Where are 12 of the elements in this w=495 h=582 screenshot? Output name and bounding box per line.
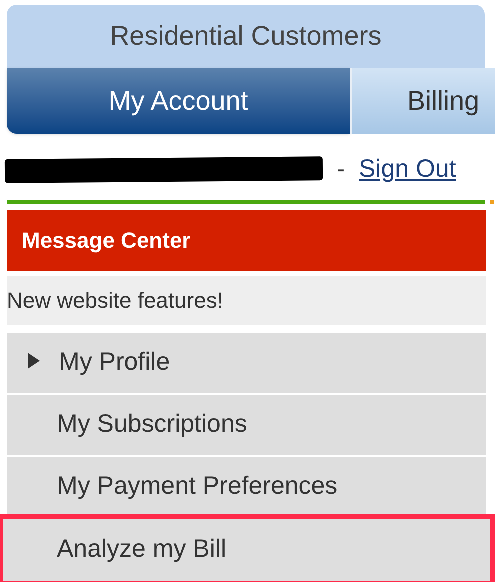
- account-tab[interactable]: My Account: [7, 68, 350, 134]
- menu-item[interactable]: My Profile: [7, 333, 486, 393]
- menu-item[interactable]: Analyze my Bill: [3, 519, 490, 581]
- menu-item[interactable]: My Payment Preferences: [7, 457, 486, 517]
- message-link[interactable]: New website features!: [7, 276, 486, 325]
- sign-out-link[interactable]: Sign Out: [359, 151, 456, 189]
- caret-right-icon: [27, 353, 41, 369]
- separator: -: [337, 155, 345, 185]
- section-tab[interactable]: Residential Customers: [7, 5, 485, 71]
- menu-item[interactable]: My Subscriptions: [7, 395, 486, 455]
- account-tab[interactable]: Billing: [350, 68, 495, 134]
- message-center-header: Message Center: [7, 210, 486, 271]
